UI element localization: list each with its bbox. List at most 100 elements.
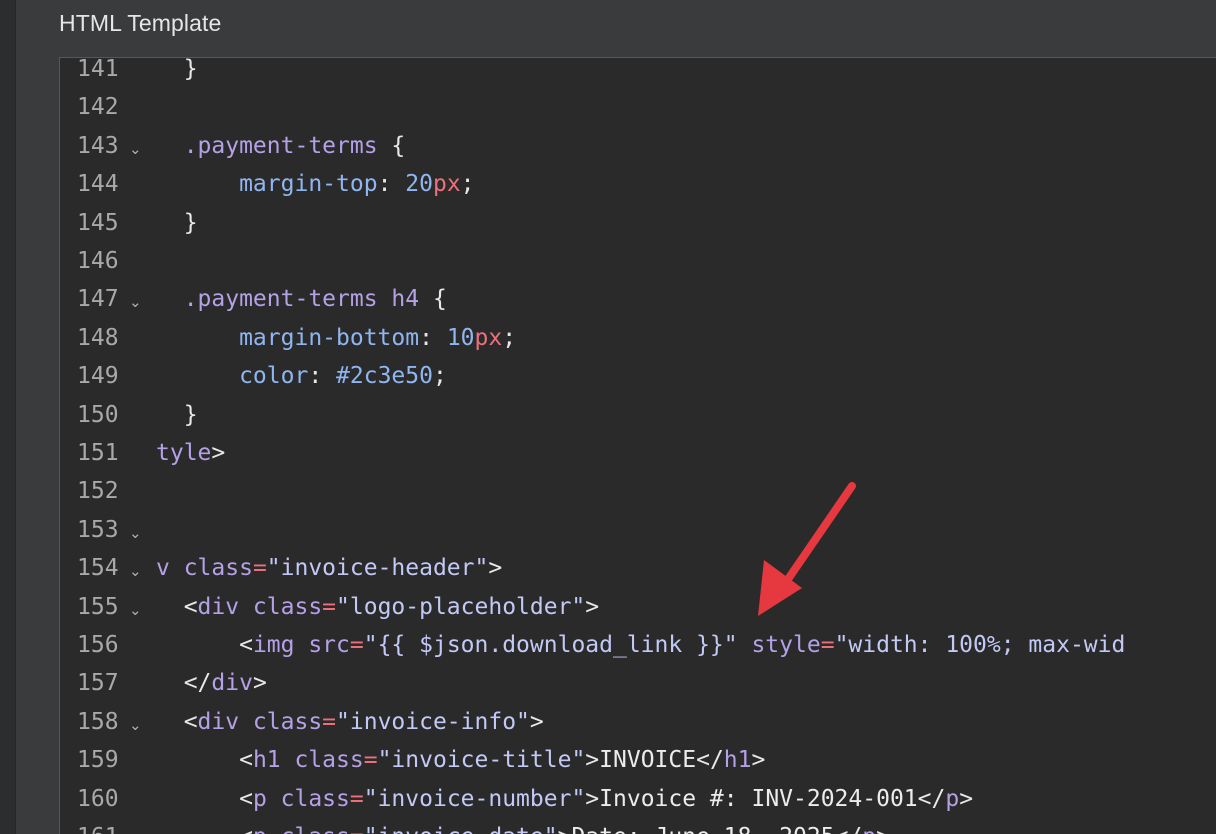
chevron-down-icon[interactable]: ⌄ <box>129 283 142 321</box>
code-token: h1 <box>723 747 752 774</box>
code-token: style <box>737 632 821 658</box>
code-line[interactable]: 159 <h1 class="invoice-title">INVOICE</h… <box>60 741 1216 779</box>
code-text: } <box>156 396 198 434</box>
code-text: v class="invoice-header"> <box>156 549 502 587</box>
code-token: .payment-terms <box>156 132 378 159</box>
line-number: 159 <box>77 747 119 774</box>
code-line[interactable]: 144 margin-top: 20px; <box>60 165 1216 203</box>
code-token: ; <box>432 363 447 390</box>
code-token: ; <box>460 171 475 198</box>
code-line[interactable]: 151 tyle> <box>60 434 1216 472</box>
code-token: > <box>488 555 503 582</box>
code-line[interactable]: 157 </div> <box>60 664 1216 702</box>
code-line[interactable]: 158 ⌄ <div class="invoice-info"> <box>60 703 1216 741</box>
code-token: > <box>529 708 544 735</box>
code-line[interactable]: 161 <p class="invoice-date">Date: June 1… <box>60 818 1216 834</box>
code-token: = <box>349 632 364 658</box>
code-editor[interactable]: 141 } 142 143 ⌄ .payment-terms {144 margin-… <box>59 57 1216 834</box>
line-number: 155 <box>77 593 119 620</box>
code-text: <img src="{{ $json.download_link }}" sty… <box>156 626 1125 664</box>
code-token: v class <box>156 555 253 582</box>
code-token: "invoice-date" <box>364 824 558 834</box>
code-token: div <box>211 670 253 697</box>
app-window: HTML Template 141 } 142 143 ⌄ .payment-term… <box>0 0 1216 834</box>
code-text: .payment-terms h4 { <box>156 280 447 318</box>
code-token: Date: June 18, 2025 <box>571 824 834 834</box>
code-line[interactable]: 143 ⌄ .payment-terms { <box>60 127 1216 165</box>
code-token: { <box>377 132 406 159</box>
code-token: > <box>585 747 600 774</box>
code-line[interactable]: 150 } <box>60 396 1216 434</box>
code-line[interactable]: 153 ⌄ <box>60 511 1216 549</box>
code-line[interactable]: 148 margin-bottom: 10px; <box>60 319 1216 357</box>
line-number: 152 <box>77 478 119 505</box>
code-token: p class <box>252 785 350 812</box>
code-line[interactable]: 141 } <box>60 57 1216 88</box>
code-token: = <box>322 593 337 620</box>
code-line[interactable]: 145 } <box>60 204 1216 242</box>
line-number: 149 <box>77 363 119 390</box>
code-token: "logo-placeholder" <box>336 593 586 620</box>
code-token: 10 <box>446 324 475 351</box>
code-token: < <box>156 785 253 812</box>
code-token: > <box>558 824 572 834</box>
code-token: #2c3e50 <box>336 363 433 390</box>
line-number: 142 <box>77 94 119 121</box>
code-text: <h1 class="invoice-title">INVOICE</h1> <box>156 741 765 779</box>
code-token: px <box>432 171 461 198</box>
code-token: p <box>862 824 876 834</box>
chevron-down-icon[interactable]: ⌄ <box>129 130 142 168</box>
line-number: 147 <box>77 286 119 313</box>
code-line[interactable]: 146 <box>60 242 1216 280</box>
code-token: } <box>156 209 198 236</box>
code-line[interactable]: 155 ⌄ <div class="logo-placeholder"> <box>60 588 1216 626</box>
code-token: : <box>308 363 337 390</box>
code-token: > <box>959 785 974 812</box>
code-line[interactable]: 149 color: #2c3e50; <box>60 357 1216 395</box>
line-number: 145 <box>77 209 119 236</box>
line-number: 157 <box>77 670 119 697</box>
code-token: > <box>585 593 600 620</box>
vertical-scrollbar[interactable] <box>1205 58 1216 834</box>
code-token: < <box>156 593 198 620</box>
code-line[interactable]: 147 ⌄ .payment-terms h4 { <box>60 280 1216 318</box>
code-line[interactable]: 160 <p class="invoice-number">Invoice #:… <box>60 780 1216 818</box>
chevron-down-icon[interactable]: ⌄ <box>129 706 142 744</box>
code-token: > <box>876 824 890 834</box>
code-token: "invoice-info" <box>336 708 530 735</box>
code-text: </div> <box>156 664 267 702</box>
code-token: = <box>252 555 267 582</box>
line-number: 151 <box>77 440 119 466</box>
code-line[interactable]: 142 <box>60 88 1216 126</box>
code-line[interactable]: 154 ⌄ v class="invoice-header"> <box>60 549 1216 587</box>
code-token: < <box>156 708 198 735</box>
code-token: : <box>377 171 406 198</box>
code-text: <div class="logo-placeholder"> <box>156 588 599 626</box>
code-token: } <box>156 401 198 428</box>
code-token: "invoice-number" <box>363 785 586 812</box>
line-number: 143 <box>77 132 119 159</box>
chevron-down-icon[interactable]: ⌄ <box>129 591 142 629</box>
code-token: Invoice #: INV-2024-001 <box>599 785 918 812</box>
code-token: h1 class <box>252 747 364 774</box>
code-token: < <box>156 824 253 834</box>
code-token: tyle <box>156 440 212 466</box>
code-text: .payment-terms { <box>156 127 406 165</box>
code-token: : <box>419 324 447 351</box>
code-line[interactable]: 152 <box>60 472 1216 510</box>
chevron-down-icon[interactable]: ⌄ <box>129 514 142 552</box>
code-token: </ <box>917 785 946 812</box>
line-number: 146 <box>77 248 119 274</box>
code-token: } <box>156 57 198 82</box>
code-token: "{{ $json.download_link }}" <box>363 632 738 658</box>
code-line[interactable]: 156 <img src="{{ $json.download_link }}"… <box>60 626 1216 664</box>
line-number: 154 <box>77 555 119 582</box>
line-number: 156 <box>77 632 119 658</box>
code-token: </ <box>696 747 724 774</box>
line-number: 158 <box>77 708 119 735</box>
code-text: <div class="invoice-info"> <box>156 703 544 741</box>
code-text: tyle> <box>156 434 225 472</box>
code-text: } <box>156 204 198 242</box>
code-text: } <box>156 57 198 88</box>
chevron-down-icon[interactable]: ⌄ <box>129 552 142 590</box>
